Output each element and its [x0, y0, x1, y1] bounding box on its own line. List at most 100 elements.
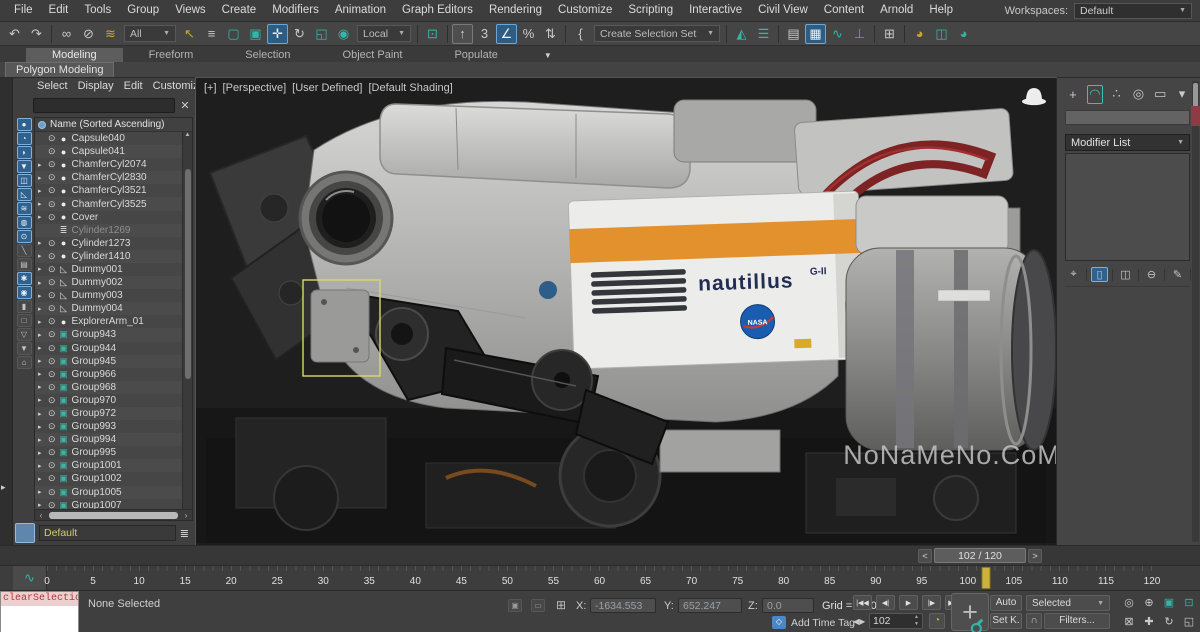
play-animation-button[interactable]: ▶ — [899, 595, 918, 610]
ribbon-overflow-icon[interactable]: ▼ — [538, 49, 558, 62]
expand-arrow-icon[interactable]: ▸ — [38, 174, 45, 182]
display-tab[interactable]: ▭ — [1152, 85, 1168, 104]
expand-arrow-icon[interactable]: ▸ — [38, 396, 45, 404]
explorer-object-row[interactable]: ▸ ⊙ ◺ Dummy002 — [35, 276, 182, 289]
visibility-eye-icon[interactable]: ⊙ — [48, 382, 56, 393]
explorer-object-row[interactable]: ▸ ⊙ ● Capsule041 — [35, 145, 182, 158]
zoom-extents-button[interactable]: ▣ — [1160, 594, 1178, 611]
panel-scrollbar[interactable] — [1192, 81, 1199, 542]
align-button[interactable]: ☰ — [753, 24, 774, 44]
zoom-all-button[interactable]: ⊕ — [1140, 594, 1158, 611]
scroll-up-icon[interactable]: ▲ — [185, 132, 191, 141]
visibility-eye-icon[interactable]: ⊙ — [48, 395, 56, 406]
visibility-eye-icon[interactable]: ⊙ — [48, 447, 56, 458]
selection-lock-toggle[interactable]: ▭ — [531, 599, 545, 612]
redo-button[interactable]: ↷ — [26, 24, 47, 44]
explorer-menu-item[interactable]: Display — [73, 80, 119, 95]
transform-type-in-icon[interactable]: ⊞ — [556, 598, 566, 612]
expand-arrow-icon[interactable]: ▸ — [38, 449, 45, 457]
zoom-region-button[interactable]: ⊠ — [1120, 613, 1138, 630]
visibility-eye-icon[interactable]: ⊙ — [48, 264, 56, 275]
menu-item[interactable]: Interactive — [681, 0, 750, 21]
vertical-scrollbar[interactable]: ▲ — [182, 132, 192, 509]
show-end-result-button[interactable]: ▯ — [1091, 267, 1108, 282]
ribbon-tab[interactable]: Object Paint — [317, 48, 429, 62]
current-frame-field[interactable]: 102 ▲ ▼ — [869, 613, 923, 629]
key-mode-toggle[interactable]: ◔ — [929, 613, 945, 629]
menu-item[interactable]: Edit — [41, 0, 77, 21]
display-cameras-filter[interactable]: ◫ — [17, 174, 32, 187]
percent-snap-toggle-button[interactable]: % — [518, 24, 539, 44]
explorer-object-row[interactable]: ▸ ⊙ ▣ Group966 — [35, 368, 182, 381]
object-color-swatch[interactable] — [1191, 106, 1200, 126]
current-layer-field[interactable]: Default — [39, 525, 176, 541]
isolate-selection-toggle[interactable]: ▣ — [508, 599, 522, 612]
menu-item[interactable]: Animation — [327, 0, 394, 21]
create-tab[interactable]: + — [1065, 85, 1081, 104]
previous-frame-button[interactable]: ◀| — [876, 595, 895, 610]
rendered-frame-window-button[interactable]: ◫ — [931, 24, 952, 44]
expand-arrow-icon[interactable]: ▸ — [38, 488, 45, 496]
snaps-toggle-button[interactable]: 3 — [474, 24, 495, 44]
menu-item[interactable]: Arnold — [872, 0, 921, 21]
make-unique-button[interactable]: ◫ — [1117, 267, 1134, 282]
scrollbar-thumb[interactable] — [49, 512, 178, 519]
menu-item[interactable]: Graph Editors — [394, 0, 481, 21]
scroll-right-icon[interactable]: › — [180, 511, 192, 520]
z-coordinate-field[interactable]: 0.0 — [762, 598, 814, 613]
ribbon-tab[interactable]: Modeling — [26, 48, 123, 62]
edit-named-selection-sets-button[interactable]: { — [570, 24, 591, 44]
visibility-eye-icon[interactable]: ⊙ — [48, 159, 56, 170]
visibility-eye-icon[interactable]: ⊙ — [48, 460, 56, 471]
visibility-eye-icon[interactable]: ⊙ — [48, 185, 56, 196]
spinner-snap-toggle-button[interactable]: ⇅ — [540, 24, 561, 44]
time-slider[interactable]: < 102 / 120 > — [0, 545, 1200, 565]
go-to-start-button[interactable]: |◀◀ — [853, 595, 872, 610]
window-crossing-toggle-button[interactable]: ▣ — [245, 24, 266, 44]
display-bones-filter[interactable]: ╲ — [17, 244, 32, 257]
expand-arrow-icon[interactable]: ▸ — [38, 213, 45, 221]
perspective-viewport[interactable]: [+][Perspective][User Defined][Default S… — [196, 78, 1056, 545]
visibility-eye-icon[interactable]: ⊙ — [48, 487, 56, 498]
explorer-object-row[interactable]: ▸ ⊙ ◺ Dummy004 — [35, 302, 182, 315]
menu-item[interactable]: Civil View — [750, 0, 816, 21]
menu-item[interactable]: Modifiers — [264, 0, 327, 21]
timeline-ruler[interactable]: 0510152025303540455055606570758085909510… — [47, 566, 1152, 590]
search-input[interactable] — [33, 98, 175, 113]
expand-arrow-icon[interactable]: ▸ — [38, 305, 45, 313]
menu-item[interactable]: Tools — [76, 0, 119, 21]
explorer-object-row[interactable]: ▸ ⊙ ▣ Group970 — [35, 394, 182, 407]
pan-view-button[interactable]: ✚ — [1140, 613, 1158, 630]
explorer-object-row[interactable]: ▸ ⊙ ▣ Group945 — [35, 355, 182, 368]
orbit-button[interactable]: ↻ — [1160, 613, 1178, 630]
display-geometry-filter[interactable]: ◔ — [17, 132, 32, 145]
explorer-object-row[interactable]: ▸ ⊙ ◺ Dummy001 — [35, 263, 182, 276]
key-filters-icon[interactable]: ∩ — [1026, 613, 1042, 629]
modifier-list-dropdown[interactable]: Modifier List ▼ — [1065, 134, 1190, 151]
select-filter[interactable]: ● — [17, 118, 32, 131]
angle-snap-toggle-button[interactable]: ∠ — [496, 24, 517, 44]
explorer-object-row[interactable]: ▸ ⊙ ▣ Group993 — [35, 420, 182, 433]
time-slider-handle[interactable]: 102 / 120 — [934, 548, 1026, 563]
explorer-object-row[interactable]: ▸ ⊙ ▣ Group1007 — [35, 499, 182, 509]
explorer-object-row[interactable]: ▸ ⊙ ● Cylinder1273 — [35, 237, 182, 250]
set-keys-button[interactable]: + — [951, 593, 989, 631]
spinner-down-icon[interactable]: ▼ — [914, 621, 919, 628]
workspace-dropdown[interactable]: Default ▼ — [1074, 3, 1192, 19]
explorer-object-row[interactable]: ▸ ⊙ ● ChamferCyl3525 — [35, 197, 182, 210]
advanced-filter-button[interactable]: ▼ — [17, 342, 32, 355]
select-and-link-button[interactable]: ∞ — [56, 24, 77, 44]
visibility-eye-icon[interactable]: ⊙ — [48, 473, 56, 484]
layers-icon[interactable]: ≣ — [180, 527, 191, 540]
maximize-viewport-toggle-button[interactable]: ◱ — [1180, 613, 1198, 630]
ribbon-tab[interactable]: Populate — [428, 48, 523, 62]
display-helpers-filter[interactable]: ◺ — [17, 188, 32, 201]
menu-item[interactable]: Help — [921, 0, 961, 21]
undo-button[interactable]: ↶ — [4, 24, 25, 44]
configure-modifier-sets-button[interactable]: ✎ — [1169, 267, 1186, 282]
playhead[interactable] — [982, 567, 991, 589]
expand-arrow-icon[interactable]: ▸ — [38, 410, 45, 418]
display-xrefs-filter[interactable]: ⊙ — [17, 230, 32, 243]
previous-frame-arrow[interactable]: < — [918, 549, 932, 563]
expand-arrow-icon[interactable]: ▸ — [38, 501, 45, 509]
